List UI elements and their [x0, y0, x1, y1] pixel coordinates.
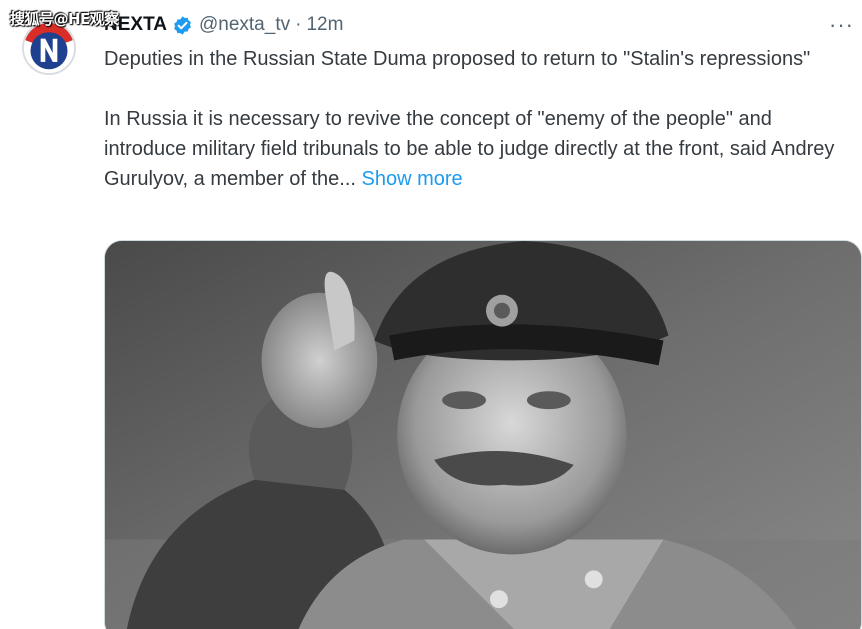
tweet-paragraph-2-text: In Russia it is necessary to revive the … [104, 108, 835, 190]
tweet-paragraph-2: In Russia it is necessary to revive the … [104, 104, 844, 194]
timestamp[interactable]: 12m [306, 14, 343, 36]
tweet-media-photo[interactable] [104, 240, 862, 629]
separator-dot: · [295, 14, 302, 35]
watermark: 搜狐号@HE观察 [10, 10, 119, 28]
avatar[interactable] [22, 21, 76, 75]
verified-badge-icon [172, 15, 193, 36]
tweet-paragraph-1: Deputies in the Russian State Duma propo… [104, 48, 811, 70]
photo-image [105, 241, 861, 629]
nexta-logo-icon [24, 23, 74, 73]
handle[interactable]: @nexta_tv [199, 14, 290, 36]
show-more-link[interactable]: Show more [362, 168, 463, 190]
tweet-card[interactable]: 搜狐号@HE观察 NEXTA @nexta_tv · 12m ··· Deput… [0, 0, 862, 629]
tweet-header: NEXTA @nexta_tv · 12m [104, 13, 343, 37]
tweet-text: Deputies in the Russian State Duma propo… [104, 44, 844, 194]
more-options-icon[interactable]: ··· [829, 12, 854, 38]
